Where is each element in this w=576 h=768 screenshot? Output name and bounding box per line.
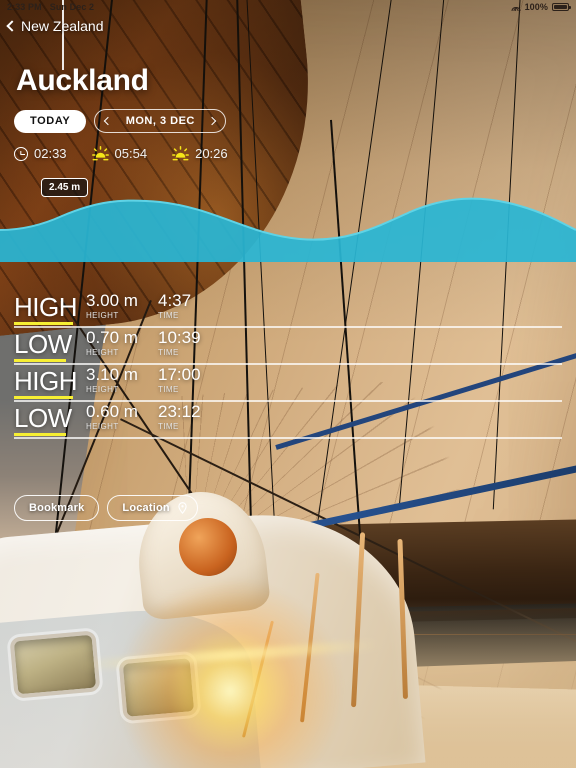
tide-height-value: 3.10 m bbox=[86, 365, 138, 384]
tide-time-caption: TIME bbox=[158, 310, 179, 320]
tide-time-cell: 17:00 TIME bbox=[158, 366, 201, 394]
tide-table: HIGH 3.00 m HEIGHT 4:37 TIME LOW 0.70 m … bbox=[0, 292, 576, 440]
tide-height-cell: 0.60 m HEIGHT bbox=[86, 403, 158, 431]
tide-height-cell: 0.70 m HEIGHT bbox=[86, 329, 158, 357]
tide-time-value: 4:37 bbox=[158, 291, 192, 310]
chevron-left-icon bbox=[6, 20, 18, 32]
today-button[interactable]: TODAY bbox=[14, 109, 87, 133]
sunset-icon bbox=[172, 146, 190, 161]
info-row: 02:33 05:54 20:26 bbox=[14, 146, 248, 161]
clock-icon bbox=[14, 146, 28, 161]
current-time-value: 02:33 bbox=[34, 146, 67, 161]
tide-underline bbox=[14, 359, 66, 362]
tide-chart[interactable] bbox=[0, 190, 576, 262]
tide-wave bbox=[0, 197, 576, 262]
back-button[interactable]: New Zealand bbox=[6, 18, 104, 34]
tide-time-cell: 10:39 TIME bbox=[158, 329, 201, 357]
tide-height-caption: HEIGHT bbox=[86, 421, 119, 431]
sunset-value: 20:26 bbox=[195, 146, 228, 161]
status-date: Sun Dec 2 bbox=[49, 2, 95, 12]
battery-percent: 100% bbox=[524, 2, 548, 12]
date-next-button[interactable] bbox=[208, 116, 217, 126]
tide-underline bbox=[14, 396, 73, 399]
tide-height-value: 0.60 m bbox=[86, 402, 138, 421]
date-label: MON, 3 DEC bbox=[125, 115, 195, 127]
tide-type: HIGH bbox=[14, 366, 78, 396]
sunset-cell: 20:26 bbox=[172, 146, 228, 161]
tide-time-caption: TIME bbox=[158, 384, 179, 394]
tide-time-caption: TIME bbox=[158, 421, 179, 431]
date-prev-button[interactable] bbox=[104, 116, 113, 126]
tide-underline bbox=[14, 322, 73, 325]
tide-underline bbox=[14, 433, 66, 436]
sunrise-cell: 05:54 bbox=[91, 146, 148, 161]
tide-height-caption: HEIGHT bbox=[86, 310, 119, 320]
tide-time-value: 23:12 bbox=[158, 402, 201, 421]
tide-type: HIGH bbox=[14, 292, 78, 322]
bookmark-label: Bookmark bbox=[29, 502, 85, 514]
current-time-cell: 02:33 bbox=[14, 146, 67, 161]
sunrise-value: 05:54 bbox=[114, 146, 148, 161]
table-row[interactable]: HIGH 3.10 m HEIGHT 17:00 TIME bbox=[0, 366, 576, 403]
back-label: New Zealand bbox=[21, 18, 104, 34]
tide-height-caption: HEIGHT bbox=[86, 347, 119, 357]
tide-height-cell: 3.10 m HEIGHT bbox=[86, 366, 158, 394]
tide-height-value: 0.70 m bbox=[86, 328, 138, 347]
tide-tooltip-value: 2.45 m bbox=[49, 182, 81, 193]
tide-time-cell: 23:12 TIME bbox=[158, 403, 201, 431]
page-title: Auckland bbox=[16, 64, 149, 97]
tide-time-caption: TIME bbox=[158, 347, 179, 357]
map-pin-icon bbox=[178, 502, 187, 515]
battery-full-icon bbox=[552, 3, 571, 11]
bookmark-button[interactable]: Bookmark bbox=[14, 495, 100, 521]
table-row[interactable]: LOW 0.70 m HEIGHT 10:39 TIME bbox=[0, 329, 576, 366]
tide-type: LOW bbox=[14, 329, 72, 359]
wifi-icon bbox=[511, 3, 521, 11]
tide-tooltip: 2.45 m bbox=[41, 178, 89, 197]
tide-time-value: 10:39 bbox=[158, 328, 201, 347]
tide-time-cell: 4:37 TIME bbox=[158, 292, 191, 320]
date-selector: MON, 3 DEC bbox=[94, 109, 227, 133]
tide-type: LOW bbox=[14, 403, 72, 433]
tide-height-value: 3.00 m bbox=[86, 291, 138, 310]
sunrise-icon bbox=[91, 146, 109, 161]
tide-height-caption: HEIGHT bbox=[86, 384, 119, 394]
location-button[interactable]: Location bbox=[107, 495, 198, 521]
location-label: Location bbox=[122, 502, 170, 514]
row-separator bbox=[14, 437, 562, 439]
status-time: 2:33 PM bbox=[7, 2, 42, 12]
sun-flare bbox=[115, 576, 346, 768]
table-row[interactable]: LOW 0.60 m HEIGHT 23:12 TIME bbox=[0, 403, 576, 440]
tide-height-cell: 3.00 m HEIGHT bbox=[86, 292, 158, 320]
status-bar: 2:33 PM Sun Dec 2 100% bbox=[0, 0, 576, 14]
tide-time-value: 17:00 bbox=[158, 365, 201, 384]
table-row[interactable]: HIGH 3.00 m HEIGHT 4:37 TIME bbox=[0, 292, 576, 329]
action-buttons: Bookmark Location bbox=[14, 495, 198, 521]
date-controls: TODAY MON, 3 DEC bbox=[14, 109, 227, 133]
